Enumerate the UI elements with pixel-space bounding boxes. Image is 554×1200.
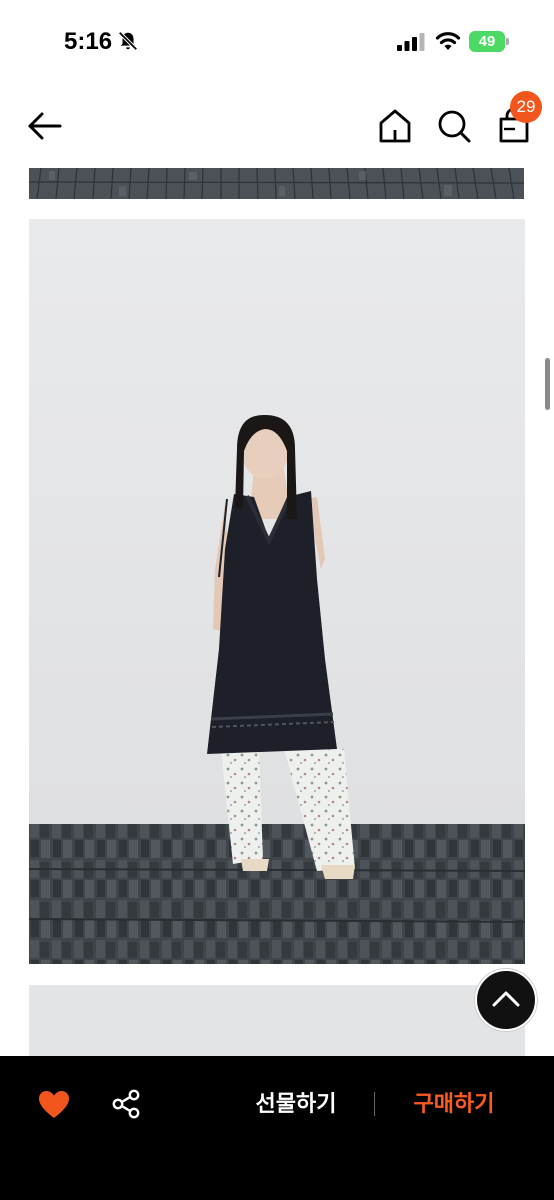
bottom-action-bar: 선물하기 구매하기 — [0, 1056, 554, 1200]
top-nav — [0, 84, 554, 168]
heart-icon[interactable] — [38, 1090, 70, 1120]
share-icon[interactable] — [110, 1088, 142, 1120]
action-divider — [374, 1092, 375, 1116]
battery-icon: 49 — [469, 31, 509, 52]
gift-button[interactable]: 선물하기 — [236, 1086, 356, 1124]
model-photo — [29, 219, 525, 964]
cellular-signal-icon — [397, 33, 425, 51]
product-image-next — [29, 985, 525, 1060]
battery-cap — [506, 38, 509, 45]
home-icon[interactable] — [376, 106, 414, 146]
cart-count-badge: 29 — [510, 91, 542, 123]
wifi-icon — [435, 32, 461, 50]
chevron-up-icon — [492, 991, 520, 1007]
status-time: 5:16 — [64, 28, 113, 55]
product-image-previous — [29, 168, 524, 199]
product-detail-screen: 5:16 49 29 선물하기 구매하기 — [0, 0, 554, 1200]
status-bar: 5:16 49 — [0, 0, 554, 84]
arrow-left-icon[interactable] — [26, 108, 64, 144]
buy-button[interactable]: 구매하기 — [392, 1086, 516, 1124]
floor-tiles-image — [29, 168, 524, 199]
search-icon[interactable] — [434, 106, 474, 146]
bell-slash-icon — [118, 31, 138, 51]
product-image-model — [29, 219, 525, 964]
scroll-to-top-button[interactable] — [475, 969, 537, 1031]
scroll-indicator[interactable] — [545, 358, 550, 410]
battery-level: 49 — [469, 31, 505, 52]
